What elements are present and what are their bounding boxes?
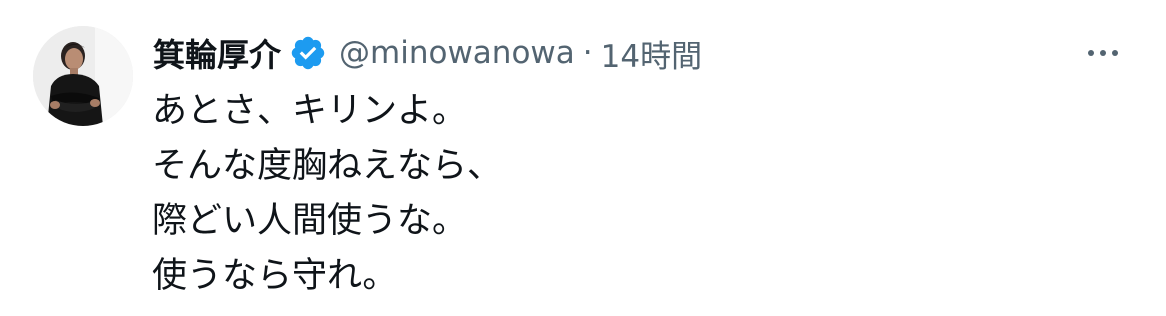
avatar-photo-icon — [33, 26, 133, 126]
tweet-timestamp[interactable]: 14時間 — [601, 31, 702, 76]
verified-badge-icon — [289, 34, 327, 72]
more-dot — [1100, 50, 1106, 56]
more-dot — [1088, 50, 1094, 56]
more-options-icon[interactable] — [1080, 38, 1126, 68]
display-name[interactable]: 箕輪厚介 — [153, 30, 281, 76]
more-dot — [1112, 50, 1118, 56]
tweet-text-line: 使うなら守れ。 — [152, 256, 398, 296]
tweet-text: あとさ、キリンよ。 そんな度胸ねえなら、 際どい人間使うな。 使うなら守れ。 — [152, 84, 1132, 304]
user-avatar[interactable] — [33, 26, 133, 126]
tweet-text-line: あとさ、キリンよ。 — [152, 91, 468, 131]
tweet-header: 箕輪厚介 @minowanowa · 14時間 — [153, 30, 702, 76]
header-separator: · — [582, 35, 593, 71]
user-handle[interactable]: @minowanowa — [339, 35, 575, 71]
tweet-card: 箕輪厚介 @minowanowa · 14時間 あとさ、キリンよ。 そんな度胸ね… — [0, 0, 1166, 316]
tweet-text-line: 際どい人間使うな。 — [152, 201, 468, 241]
tweet-text-line: そんな度胸ねえなら、 — [152, 146, 503, 186]
